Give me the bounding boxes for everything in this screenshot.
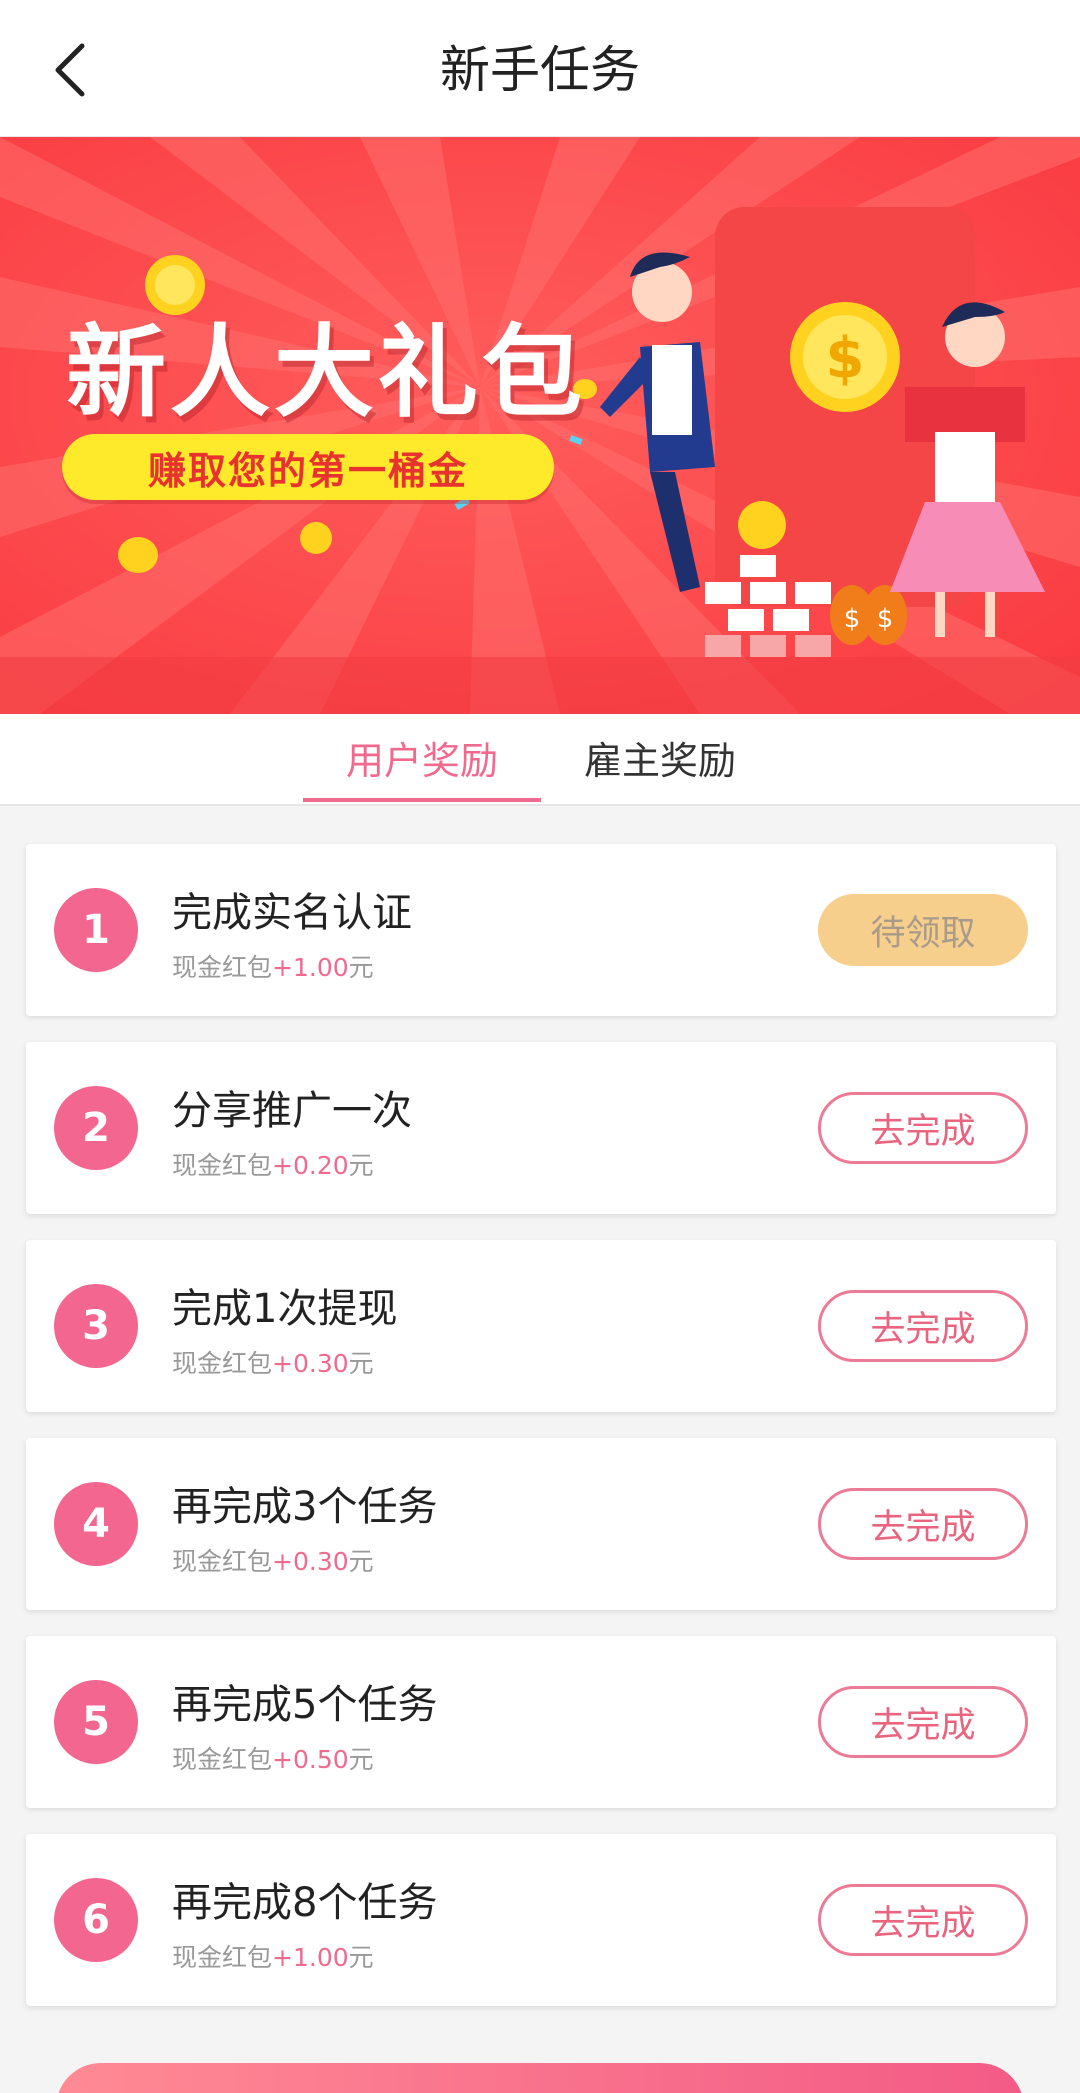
go-complete-button[interactable]: 去完成	[818, 1686, 1028, 1758]
task-reward: 现金红包+0.20元	[172, 1150, 374, 1182]
go-complete-button[interactable]: 去完成	[818, 1290, 1028, 1362]
reward-amount: +1.00	[272, 1943, 349, 1972]
go-complete-button[interactable]: 去完成	[818, 1488, 1028, 1560]
task-number-badge: 4	[54, 1482, 138, 1566]
banner-title: 新人大礼包	[66, 313, 586, 431]
task-number-badge: 6	[54, 1878, 138, 1962]
task-title: 再完成8个任务	[172, 1880, 438, 1926]
reward-amount: +0.50	[272, 1745, 349, 1774]
reward-unit: 元	[348, 1349, 374, 1378]
task-number-badge: 1	[54, 888, 138, 972]
reward-label: 现金红包	[172, 1745, 273, 1774]
reward-amount: +1.00	[272, 953, 349, 982]
reward-unit: 元	[348, 1943, 374, 1972]
task-card: 2 分享推广一次 现金红包+0.20元 去完成	[26, 1042, 1056, 1214]
task-reward: 现金红包+0.50元	[172, 1744, 374, 1776]
task-card: 3 完成1次提现 现金红包+0.30元 去完成	[26, 1240, 1056, 1412]
svg-text:$: $	[844, 604, 861, 634]
active-tab-indicator	[303, 798, 541, 802]
reward-amount: +0.20	[272, 1151, 349, 1180]
reward-unit: 元	[348, 1745, 374, 1774]
page-title: 新手任务	[440, 41, 640, 99]
task-number-badge: 5	[54, 1680, 138, 1764]
task-number-badge: 3	[54, 1284, 138, 1368]
task-card: 5 再完成5个任务 现金红包+0.50元 去完成	[26, 1636, 1056, 1808]
reward-unit: 元	[348, 1547, 374, 1576]
reward-label: 现金红包	[172, 953, 273, 982]
tab-employer-rewards[interactable]: 雇主奖励	[540, 738, 780, 784]
banner-subtitle: 赚取您的第一桶金	[62, 434, 554, 500]
top-bar: 新手任务	[0, 0, 1080, 137]
task-card: 4 再完成3个任务 现金红包+0.30元 去完成	[26, 1438, 1056, 1610]
task-title: 再完成5个任务	[172, 1682, 438, 1728]
reward-amount: +0.30	[272, 1349, 349, 1378]
tab-user-rewards[interactable]: 用户奖励	[302, 738, 542, 784]
task-reward: 现金红包+0.30元	[172, 1546, 374, 1578]
reward-label: 现金红包	[172, 1547, 273, 1576]
go-complete-button[interactable]: 去完成	[818, 1884, 1028, 1956]
task-reward: 现金红包+1.00元	[172, 952, 374, 984]
task-card: 1 完成实名认证 现金红包+1.00元 待领取	[26, 844, 1056, 1016]
reward-label: 现金红包	[172, 1151, 273, 1180]
promo-banner[interactable]: $ $ $ 新人大礼包 赚取您的第一桶金	[0, 137, 1080, 714]
go-complete-button[interactable]: 去完成	[818, 1092, 1028, 1164]
task-title: 完成1次提现	[172, 1286, 398, 1332]
bottom-action-button[interactable]	[56, 2063, 1024, 2093]
reward-label: 现金红包	[172, 1349, 273, 1378]
svg-text:$: $	[877, 604, 894, 634]
reward-label: 现金红包	[172, 1943, 273, 1972]
reward-unit: 元	[348, 1151, 374, 1180]
claim-button[interactable]: 待领取	[818, 894, 1028, 966]
reward-unit: 元	[348, 953, 374, 982]
task-card: 6 再完成8个任务 现金红包+1.00元 去完成	[26, 1834, 1056, 2006]
svg-text:$: $	[826, 326, 865, 391]
reward-amount: +0.30	[272, 1547, 349, 1576]
task-reward: 现金红包+0.30元	[172, 1348, 374, 1380]
task-title: 再完成3个任务	[172, 1484, 438, 1530]
task-title: 分享推广一次	[172, 1088, 412, 1134]
task-reward: 现金红包+1.00元	[172, 1942, 374, 1974]
task-title: 完成实名认证	[172, 890, 412, 936]
task-number-badge: 2	[54, 1086, 138, 1170]
reward-tabs: 用户奖励 雇主奖励	[0, 714, 1080, 806]
